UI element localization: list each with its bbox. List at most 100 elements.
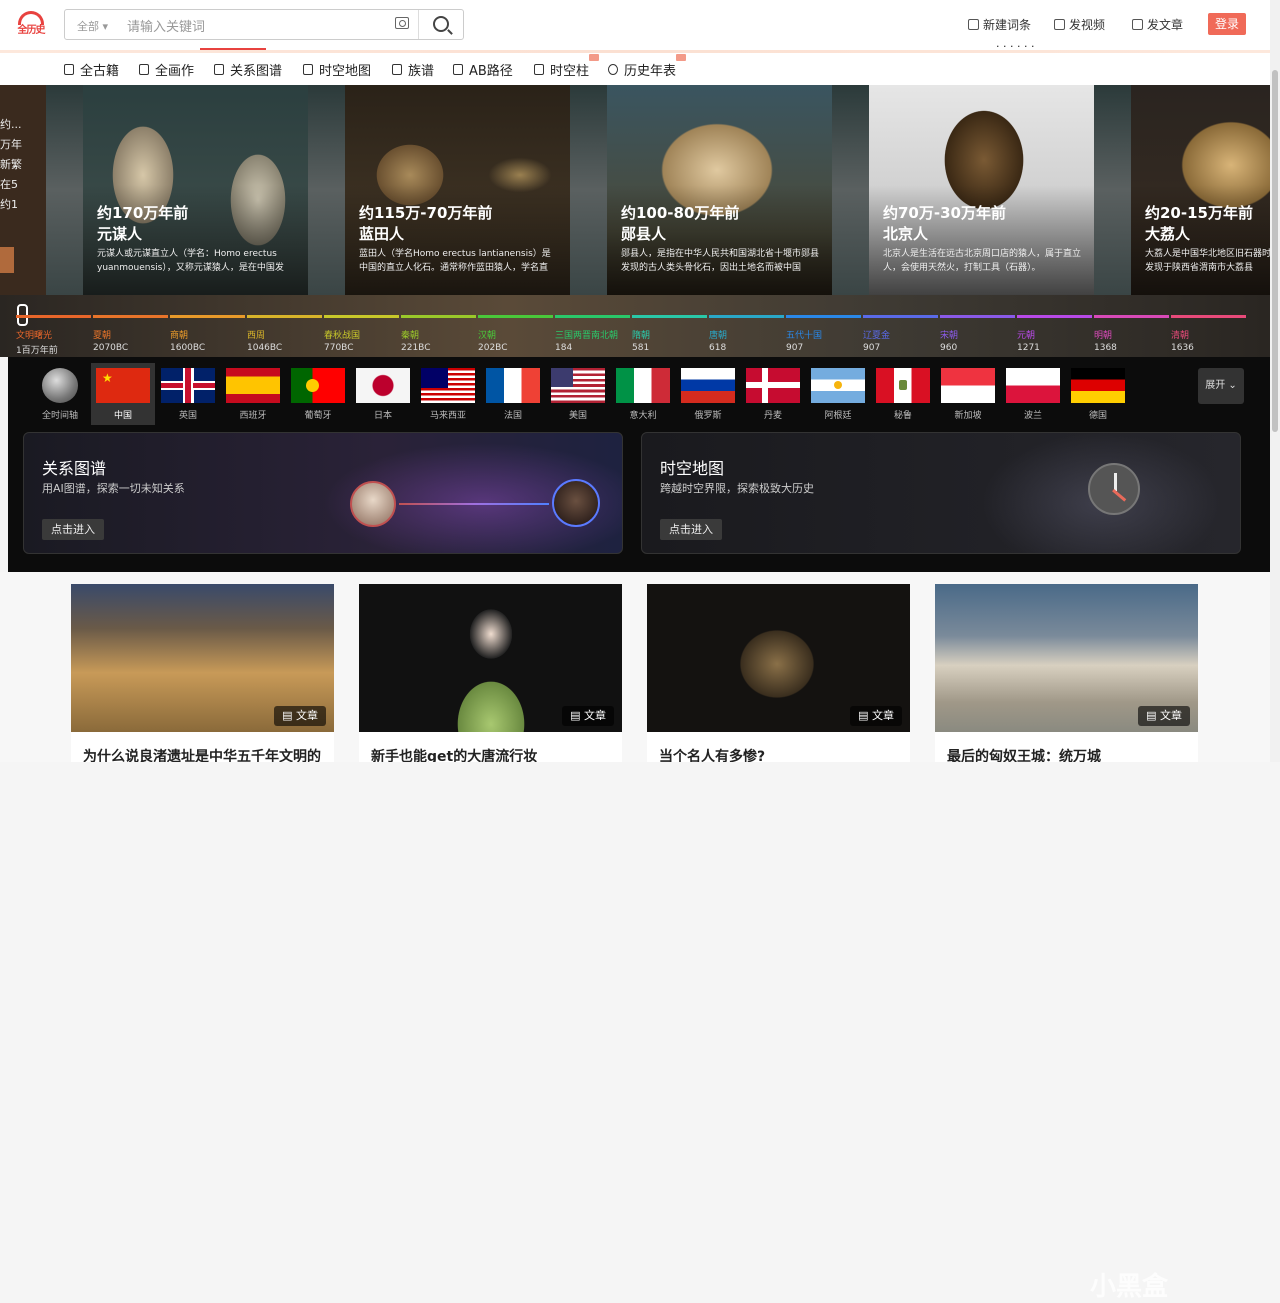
nav-relation-graph[interactable]: 关系图谱 — [214, 60, 282, 79]
partial-button[interactable] — [0, 247, 14, 273]
nav-ancient-books[interactable]: 全古籍 — [64, 60, 119, 79]
clock-icon — [608, 64, 618, 75]
timeline-segment[interactable] — [940, 315, 1015, 318]
timeline-dynasty[interactable]: 五代十国 907 — [786, 328, 860, 353]
country-usa[interactable]: 美国 — [546, 363, 610, 425]
nav-spacetime-map[interactable]: 时空地图 — [303, 60, 371, 79]
timeline-dynasty[interactable]: 唐朝 618 — [709, 328, 783, 353]
timeline-segment[interactable] — [93, 315, 168, 318]
scrollbar-thumb[interactable] — [1272, 70, 1278, 432]
site-logo[interactable]: 全历史 — [14, 11, 48, 39]
nav-spacetime-pillar[interactable]: 时空柱 — [534, 54, 600, 79]
enter-button[interactable]: 点击进入 — [42, 519, 104, 540]
country-argentina[interactable]: 阿根廷 — [806, 363, 870, 425]
expand-button[interactable]: 展开 ⌄ — [1198, 368, 1244, 404]
timeline-dynasty[interactable]: 春秋战国 770BC — [324, 328, 398, 353]
all-timeline-item[interactable]: 全时间轴 — [28, 363, 92, 425]
country-peru[interactable]: 秘鲁 — [871, 363, 935, 425]
card-name: 蓝田人 — [359, 225, 405, 243]
search-input[interactable]: 请输入关键词 — [127, 16, 205, 35]
enter-button[interactable]: 点击进入 — [660, 519, 722, 540]
hero-card-partial[interactable]: 约... 万年 新繁 在5 约1 — [0, 85, 46, 295]
country-france[interactable]: 法国 — [481, 363, 545, 425]
timeline-segment[interactable] — [324, 315, 399, 318]
article-title[interactable]: 当个名人有多惨? — [659, 746, 765, 762]
post-video-button[interactable]: 发视频 — [1054, 16, 1105, 33]
country-singapore[interactable]: 新加坡 — [936, 363, 1000, 425]
country-uk[interactable]: 英国 — [156, 363, 220, 425]
timeline-dynasty[interactable]: 明朝 1368 — [1094, 328, 1168, 353]
timeline-segment[interactable] — [863, 315, 938, 318]
article-card[interactable]: ▤ 文章 为什么说良渚遗址是中华五千年文明的 — [71, 584, 334, 762]
hero-card-lantian[interactable]: 约115万-70万年前 蓝田人 蓝田人（学名Homo erectus lanti… — [345, 85, 570, 295]
book-icon — [64, 64, 74, 75]
timeline-dynasty[interactable]: 商朝 1600BC — [170, 328, 244, 353]
timeline-dynasty[interactable]: 文明曙光 1百万年前 — [16, 328, 90, 356]
timeline-segment[interactable] — [632, 315, 707, 318]
timeline-segment[interactable] — [786, 315, 861, 318]
relation-graph-card[interactable]: 关系图谱 用AI图谱，探索一切未知关系 点击进入 — [23, 432, 623, 554]
timeline-dynasty[interactable]: 宋朝 960 — [940, 328, 1014, 353]
hero-card-beijing[interactable]: 约70万-30万年前 北京人 北京人是生活在远古北京周口店的猿人，属于直立人，会… — [869, 85, 1094, 295]
timeline-dynasty[interactable]: 清朝 1636 — [1171, 328, 1245, 353]
timeline-segment[interactable] — [247, 315, 322, 318]
nav-ab-path[interactable]: AB路径 — [453, 60, 513, 79]
timeline-dynasty[interactable]: 元朝 1271 — [1017, 328, 1091, 353]
article-card[interactable]: ▤ 文章 当个名人有多惨? — [647, 584, 910, 762]
article-title[interactable]: 最后的匈奴王城：统万城 — [947, 746, 1101, 762]
timeline-dynasty[interactable]: 西周 1046BC — [247, 328, 321, 353]
article-card[interactable]: ▤ 文章 最后的匈奴王城：统万城 — [935, 584, 1198, 762]
post-article-button[interactable]: 发文章 — [1132, 16, 1183, 33]
dynasty-year: 907 — [786, 343, 804, 353]
page-scrollbar[interactable] — [1270, 0, 1280, 762]
country-italy[interactable]: 意大利 — [611, 363, 675, 425]
timeline-dynasty[interactable]: 汉朝 202BC — [478, 328, 552, 353]
hero-card-dali[interactable]: 约20-15万年前 大荔人 大荔人是中国华北地区旧石器时代中期古人类化石发现于陕… — [1131, 85, 1270, 295]
timeline-segment[interactable] — [478, 315, 553, 318]
timeline-segment[interactable] — [1171, 315, 1246, 318]
timeline-segment[interactable] — [16, 315, 91, 318]
spacetime-map-card[interactable]: 时空地图 跨越时空界限，探索极致大历史 点击进入 — [641, 432, 1241, 554]
country-japan[interactable]: 日本 — [351, 363, 415, 425]
country-denmark[interactable]: 丹麦 — [741, 363, 805, 425]
country-malaysia[interactable]: 马来西亚 — [416, 363, 480, 425]
timeline-segment[interactable] — [709, 315, 784, 318]
timeline-dynasty[interactable]: 辽夏金 907 — [863, 328, 937, 353]
search-scope-select[interactable]: 全部 ▾ — [77, 18, 108, 34]
country-china[interactable]: ★ 中国 — [91, 363, 155, 425]
country-spain[interactable]: 西班牙 — [221, 363, 285, 425]
new-entry-button[interactable]: 新建词条 — [968, 16, 1031, 33]
peru-flag-icon — [876, 368, 930, 403]
timeline-segment[interactable] — [1094, 315, 1169, 318]
dynasty-timeline[interactable]: 文明曙光 1百万年前 夏朝 2070BC 商朝 1600BC 西周 1046BC 春秋战国 770… — [0, 295, 1270, 357]
hero-card-yuanmou[interactable]: 约170万年前 元谋人 元谋人或元谋直立人（学名：Homo erectus yu… — [83, 85, 308, 295]
nav-genealogy[interactable]: 族谱 — [392, 60, 434, 79]
country-label: 中国 — [113, 411, 132, 421]
login-button[interactable]: 登录 — [1208, 13, 1246, 35]
hero-card-yunxian[interactable]: 约100-80万年前 郧县人 郧县人，是指在中华人民共和国湖北省十堰市郧县发现的… — [607, 85, 832, 295]
nav-history-timeline[interactable]: 历史年表 — [608, 54, 687, 79]
timeline-segment[interactable] — [170, 315, 245, 318]
article-title[interactable]: 为什么说良渚遗址是中华五千年文明的 — [83, 746, 321, 762]
timeline-dynasty[interactable]: 隋朝 581 — [632, 328, 706, 353]
country-russia[interactable]: 俄罗斯 — [676, 363, 740, 425]
article-title[interactable]: 新手也能get的大唐流行妆 — [371, 746, 537, 762]
country-selector: 全时间轴 ★ 中国 英国 西班牙 葡萄牙 日本 马来西亚 法国 美国 意大利 俄… — [8, 357, 1270, 430]
nav-paintings[interactable]: 全画作 — [139, 60, 194, 79]
database-icon — [534, 64, 544, 75]
article-card[interactable]: ▤ 文章 新手也能get的大唐流行妆 — [359, 584, 622, 762]
search-bar[interactable]: 全部 ▾ 请输入关键词 — [64, 9, 464, 40]
country-germany[interactable]: 德国 — [1066, 363, 1130, 425]
country-portugal[interactable]: 葡萄牙 — [286, 363, 350, 425]
singapore-flag-icon — [941, 368, 995, 403]
timeline-segment[interactable] — [1017, 315, 1092, 318]
timeline-dynasty[interactable]: 夏朝 2070BC — [93, 328, 167, 353]
timeline-dynasty[interactable]: 秦朝 221BC — [401, 328, 475, 353]
timeline-segment[interactable] — [555, 315, 630, 318]
timeline-dynasty[interactable]: 三国两晋南北朝 184 — [555, 328, 629, 353]
timeline-segment[interactable] — [401, 315, 476, 318]
country-poland[interactable]: 波兰 — [1001, 363, 1065, 425]
dynasty-name: 文明曙光 — [16, 331, 53, 341]
search-icon[interactable] — [433, 16, 449, 32]
camera-icon[interactable] — [395, 17, 409, 29]
